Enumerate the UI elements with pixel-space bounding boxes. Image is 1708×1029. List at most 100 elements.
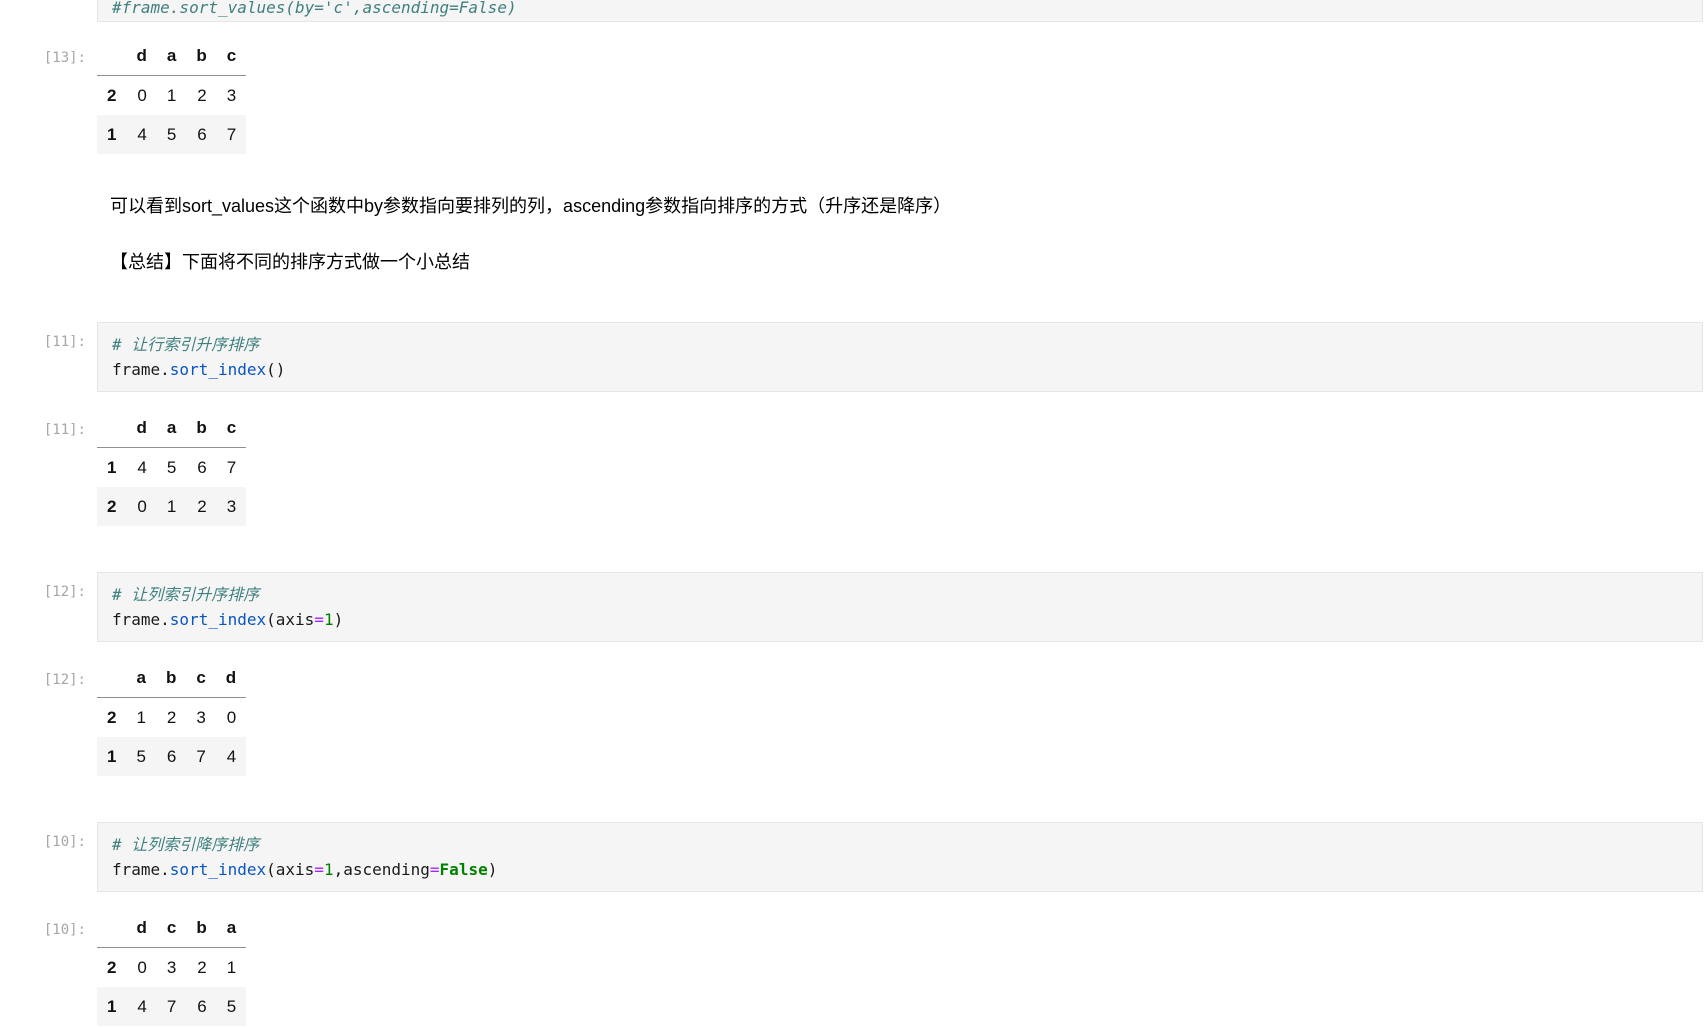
table-cell: 3 xyxy=(166,958,177,977)
output-prompt: [10]: xyxy=(43,922,86,938)
code-token: = xyxy=(314,860,324,879)
row-index: 1 xyxy=(107,125,117,144)
row-index: 2 xyxy=(107,958,117,977)
code-token: frame. xyxy=(112,610,170,629)
table-cell: 6 xyxy=(197,125,207,144)
output-cell-13: [13]: d a b c 2 0 1 2 3 1 4 5 6 7 xyxy=(0,36,1708,154)
code-token: = xyxy=(314,610,324,629)
code-editor[interactable]: # 让列索引降序排序 frame.sort_index(axis=1,ascend… xyxy=(97,822,1703,892)
column-header: c xyxy=(156,908,187,948)
input-prompt: [12]: xyxy=(43,584,86,600)
code-editor[interactable]: #frame.sort_values(by='c',ascending=Fals… xyxy=(97,0,1703,22)
code-token: (axis xyxy=(266,610,315,629)
table-cell: 5 xyxy=(136,747,146,766)
output-cell-10: [10]: d c b a 2 0 3 2 1 1 4 7 6 5 xyxy=(0,908,1708,1026)
column-header: c xyxy=(216,408,247,448)
dataframe-table: d a b c 1 4 5 6 7 2 0 1 2 3 xyxy=(97,408,247,526)
column-header: d xyxy=(126,908,157,948)
code-token: ) xyxy=(487,860,498,879)
output-cell-12: [12]: a b c d 2 1 2 3 0 1 5 6 7 4 xyxy=(0,658,1708,776)
table-cell: 1 xyxy=(136,708,146,727)
table-cell: 1 xyxy=(166,86,177,105)
table-cell: 3 xyxy=(226,497,237,516)
table-row: 2 0 3 2 1 xyxy=(97,948,246,988)
code-token: frame. xyxy=(112,860,170,879)
table-cell: 2 xyxy=(197,497,207,516)
table-cell: 7 xyxy=(166,997,177,1016)
code-editor[interactable]: # 让行索引升序排序 frame.sort_index() xyxy=(97,322,1703,392)
code-comment: # 让列索引降序排序 xyxy=(112,835,260,854)
table-cell: 5 xyxy=(226,997,237,1016)
table-cell: 2 xyxy=(197,86,207,105)
column-header: a xyxy=(126,658,156,698)
table-cell: 4 xyxy=(137,458,147,477)
code-token: sort_index xyxy=(169,860,267,879)
code-comment: # 让行索引升序排序 xyxy=(112,335,260,354)
output-prompt: [13]: xyxy=(43,50,86,66)
table-cell: 4 xyxy=(226,747,237,766)
table-cell: 7 xyxy=(226,125,237,144)
output-cell-11: [11]: d a b c 1 4 5 6 7 2 0 1 2 3 xyxy=(0,408,1708,526)
table-row: 2 0 1 2 3 xyxy=(97,487,247,526)
table-row: 1 4 5 6 7 xyxy=(97,115,247,154)
column-header: a xyxy=(156,408,187,448)
code-token: = xyxy=(429,860,440,879)
index-header xyxy=(97,908,127,948)
row-index: 1 xyxy=(107,997,117,1016)
input-prompt: [11]: xyxy=(43,334,86,350)
column-header: b xyxy=(186,36,217,76)
table-cell: 4 xyxy=(137,125,147,144)
code-token: sort_index xyxy=(169,610,267,629)
table-cell: 4 xyxy=(137,997,147,1016)
column-header: d xyxy=(126,408,157,448)
code-cell-clipped: #frame.sort_values(by='c',ascending=Fals… xyxy=(0,0,1708,22)
markdown-cell[interactable]: 可以看到sort_values这个函数中by参数指向要排列的列，ascendin… xyxy=(0,192,1708,220)
index-header xyxy=(97,408,127,448)
markdown-cell[interactable]: 【总结】下面将不同的排序方式做一个小总结 xyxy=(0,248,1708,276)
table-cell: 0 xyxy=(226,708,237,727)
row-index: 1 xyxy=(107,458,117,477)
markdown-text: 【总结】下面将不同的排序方式做一个小总结 xyxy=(110,252,470,272)
table-row: 2 1 2 3 0 xyxy=(97,698,246,738)
column-header: a xyxy=(216,908,247,948)
dataframe-table: d c b a 2 0 3 2 1 1 4 7 6 5 xyxy=(97,908,247,1026)
code-comment: #frame.sort_values(by='c',ascending=Fals… xyxy=(112,0,517,17)
table-cell: 0 xyxy=(137,958,147,977)
row-index: 2 xyxy=(107,86,117,105)
table-cell: 2 xyxy=(197,958,207,977)
column-header: d xyxy=(215,658,247,698)
table-cell: 3 xyxy=(196,708,206,727)
column-header: b xyxy=(155,658,187,698)
output-prompt: [11]: xyxy=(43,422,86,438)
code-editor[interactable]: # 让列索引升序排序 frame.sort_index(axis=1) xyxy=(97,572,1703,642)
table-cell: 6 xyxy=(197,458,207,477)
code-token: ,ascending xyxy=(333,860,430,879)
table-cell: 1 xyxy=(166,497,177,516)
column-header: b xyxy=(186,408,217,448)
dataframe-table: d a b c 2 0 1 2 3 1 4 5 6 7 xyxy=(97,36,247,154)
code-token: (axis xyxy=(266,860,315,879)
code-cell-12: [12]: # 让列索引升序排序 frame.sort_index(axis=1) xyxy=(0,572,1708,642)
output-prompt: [12]: xyxy=(43,672,86,688)
input-prompt: [10]: xyxy=(43,834,86,850)
table-cell: 3 xyxy=(226,86,237,105)
code-token: 1 xyxy=(323,860,334,879)
table-cell: 0 xyxy=(137,497,147,516)
table-cell: 6 xyxy=(197,997,207,1016)
table-cell: 2 xyxy=(166,708,177,727)
table-row: 1 5 6 7 4 xyxy=(97,737,247,776)
code-cell-10: [10]: # 让列索引降序排序 frame.sort_index(axis=1,… xyxy=(0,822,1708,892)
column-header: c xyxy=(186,658,216,698)
column-header: a xyxy=(156,36,187,76)
markdown-text: 可以看到sort_values这个函数中by参数指向要排列的列，ascendin… xyxy=(110,196,952,216)
table-cell: 5 xyxy=(166,458,177,477)
dataframe-table: a b c d 2 1 2 3 0 1 5 6 7 4 xyxy=(97,658,247,776)
code-cell-11: [11]: # 让行索引升序排序 frame.sort_index() xyxy=(0,322,1708,392)
index-header xyxy=(97,658,127,698)
table-cell: 0 xyxy=(137,86,147,105)
row-index: 2 xyxy=(107,497,117,516)
table-cell: 7 xyxy=(226,458,237,477)
column-header: d xyxy=(126,36,157,76)
table-cell: 7 xyxy=(196,747,206,766)
table-cell: 1 xyxy=(226,958,237,977)
